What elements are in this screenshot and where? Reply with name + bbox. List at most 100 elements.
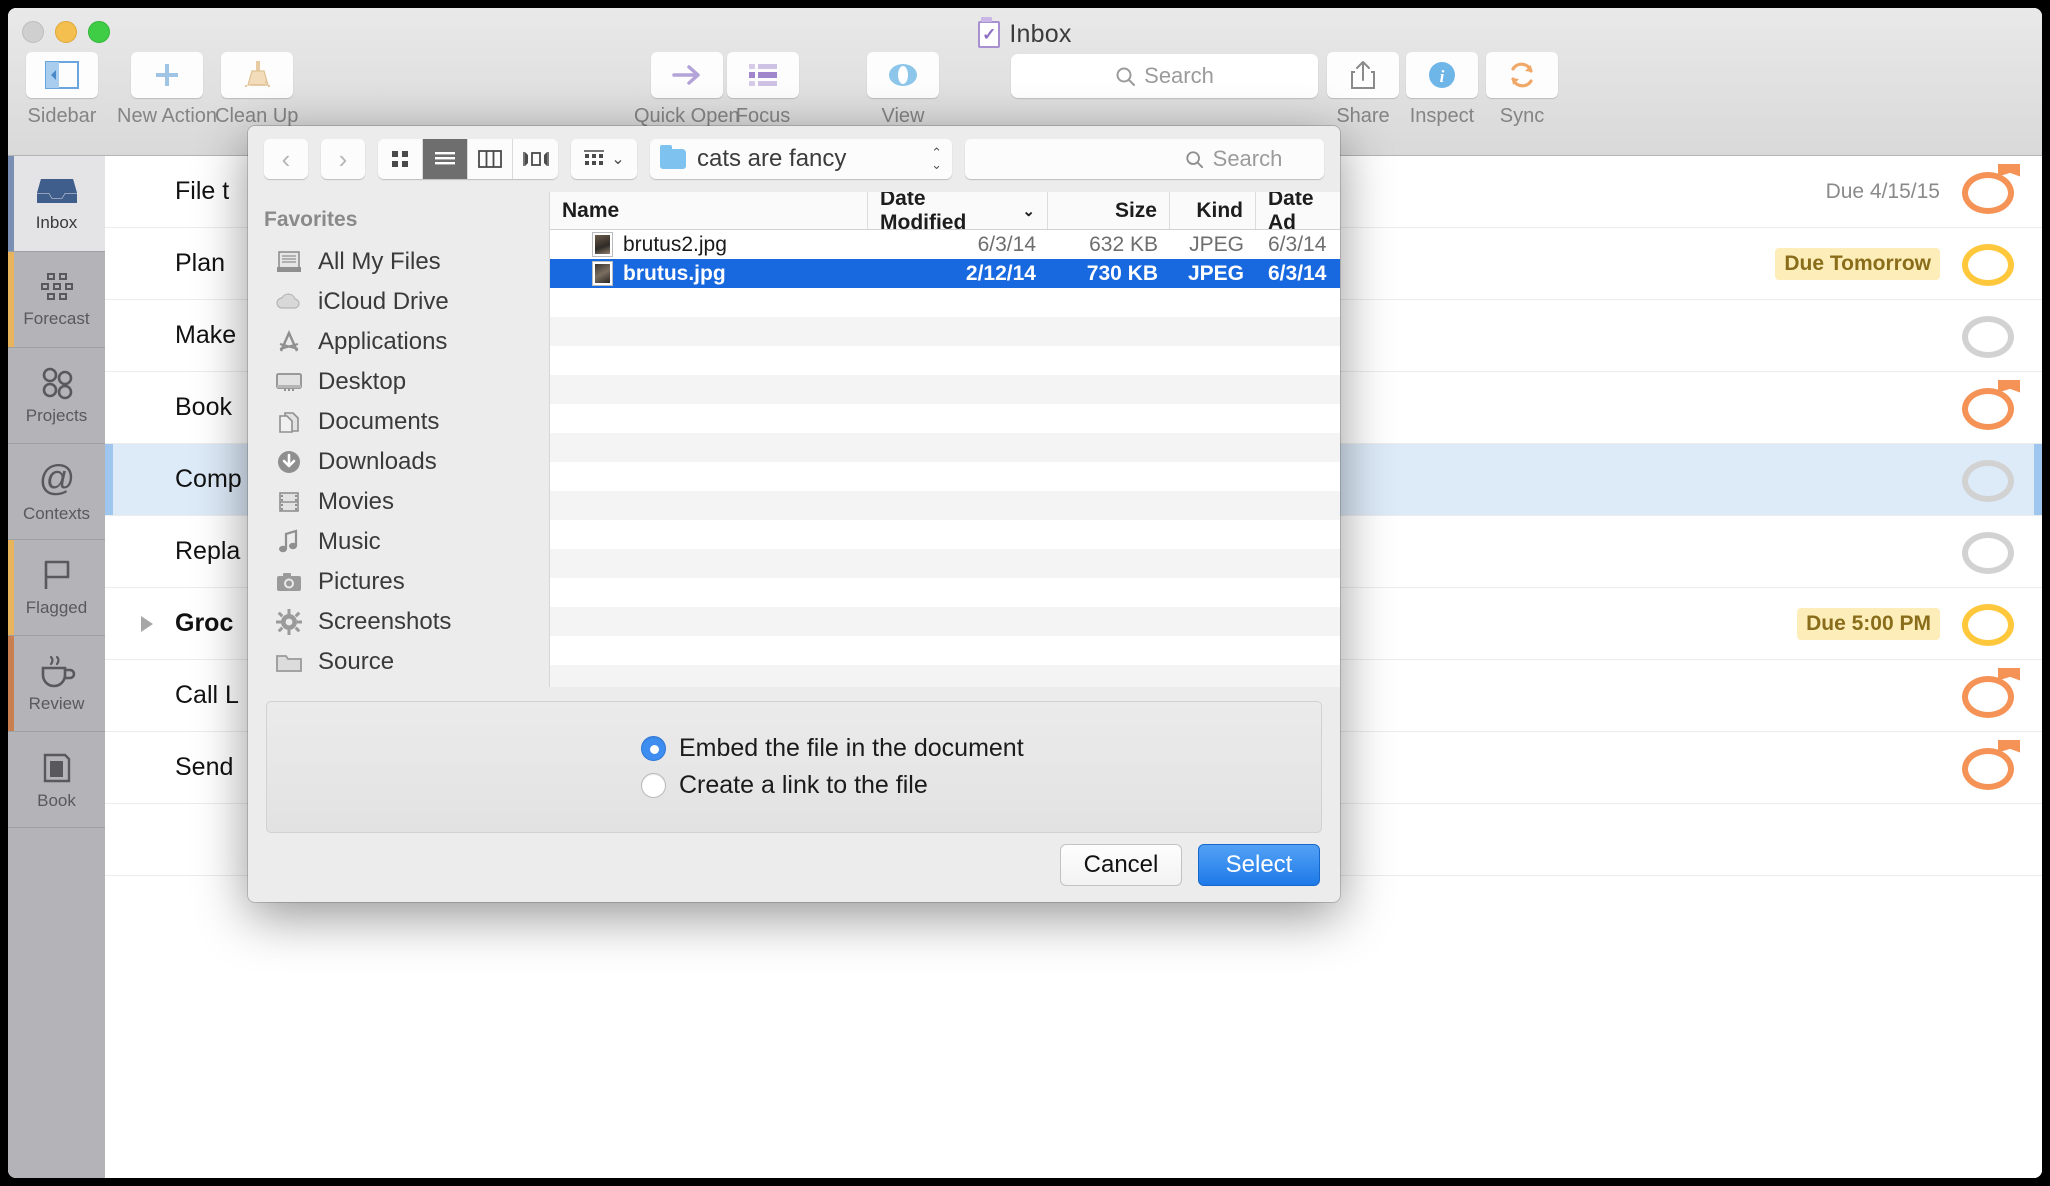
file-thumbnail [592, 232, 613, 257]
list-view-button[interactable] [423, 139, 468, 179]
column-view-button[interactable] [468, 139, 513, 179]
downloads-icon [274, 449, 304, 475]
option-embed-file[interactable]: Embed the file in the document [641, 734, 1024, 763]
file-list-empty-rows [550, 288, 1340, 687]
favorite-item-screenshots[interactable]: Screenshots [248, 602, 549, 642]
file-row[interactable]: brutus.jpg 2/12/14 730 KB JPEG 6/3/14 [550, 259, 1340, 288]
task-status-circle[interactable] [1962, 163, 2020, 216]
column-header-date-modified[interactable]: Date Modified ⌄ [868, 192, 1048, 234]
location-popup-button[interactable]: cats are fancy ⌃ ⌄ [650, 139, 952, 179]
toolbar-item-new-action[interactable]: New Action [117, 52, 217, 128]
projects-icon [42, 367, 72, 399]
clean-up-button[interactable] [220, 52, 293, 98]
radio-button-embed[interactable] [641, 736, 666, 761]
toolbar-item-sidebar[interactable]: Sidebar [26, 52, 98, 128]
file-thumbnail [592, 261, 613, 286]
sync-button[interactable] [1486, 52, 1558, 98]
toolbar-item-quick-open[interactable]: Quick Open [634, 52, 740, 128]
toolbar-item-sync[interactable]: Sync [1486, 52, 1558, 128]
favorite-item-applications[interactable]: Applications [248, 322, 549, 362]
sidebar-item-flagged[interactable]: Flagged [8, 540, 105, 636]
sidebar-item-label: Inbox [35, 212, 78, 232]
back-button[interactable]: ‹ [264, 139, 308, 179]
calendar-icon [40, 272, 73, 300]
focus-button[interactable] [727, 52, 799, 98]
quick-open-button[interactable] [650, 52, 723, 98]
favorite-item-documents[interactable]: Documents [248, 402, 549, 442]
radio-button-link[interactable] [641, 773, 666, 798]
task-status-circle[interactable] [1962, 312, 2016, 360]
favorite-item-omni-ux-workshop[interactable]: Omni UX Workshop [248, 682, 549, 687]
favorite-item-pictures[interactable]: Pictures [248, 562, 549, 602]
task-status-circle[interactable] [1962, 456, 2016, 504]
task-status-circle[interactable] [1962, 379, 2020, 432]
dialog-search-input[interactable]: Search [965, 139, 1324, 179]
task-status-circle[interactable] [1962, 667, 2020, 720]
favorite-item-all-my-files[interactable]: All My Files [248, 242, 549, 282]
toolbar-label: Focus [735, 105, 791, 127]
window-title: Inbox [8, 17, 2042, 49]
column-header-name[interactable]: Name [550, 192, 868, 229]
info-icon: i [1429, 62, 1455, 88]
disclosure-triangle-icon[interactable] [141, 615, 153, 632]
sidebar-item-label: Forecast [23, 308, 90, 328]
toolbar-search-placeholder: Search [1144, 63, 1214, 88]
toolbar-item-view[interactable]: View [867, 52, 939, 128]
coverflow-view-button[interactable] [513, 139, 558, 179]
favorite-label: Downloads [318, 448, 437, 475]
favorite-label: Source [318, 648, 395, 675]
cancel-button[interactable]: Cancel [1060, 844, 1182, 886]
sidebar-item-forecast[interactable]: Forecast [8, 252, 105, 348]
favorite-item-downloads[interactable]: Downloads [248, 442, 549, 482]
sidebar-toggle-button[interactable] [26, 52, 98, 98]
cloud-icon [274, 289, 304, 315]
favorite-label: Music [318, 528, 381, 555]
favorites-header: Favorites [264, 208, 358, 231]
file-list: Name Date Modified ⌄ Size Kind Date Ad b… [550, 192, 1340, 687]
favorite-item-source[interactable]: Source [248, 642, 549, 682]
file-row-empty [550, 520, 1340, 549]
file-row-empty [550, 607, 1340, 636]
favorite-item-music[interactable]: Music [248, 522, 549, 562]
sidebar-item-book[interactable]: Book [8, 732, 105, 828]
flag-marker-icon [1998, 163, 2020, 177]
option-create-link[interactable]: Create a link to the file [641, 771, 928, 800]
new-action-button[interactable] [131, 52, 204, 98]
column-header-size[interactable]: Size [1048, 192, 1170, 229]
toolbar-item-focus[interactable]: Focus [727, 52, 799, 128]
column-header-kind[interactable]: Kind [1170, 192, 1256, 229]
task-status-circle[interactable] [1962, 739, 2020, 792]
sidebar-item-contexts[interactable]: @ Contexts [8, 444, 105, 540]
file-date-added: 6/3/14 [1268, 261, 1327, 285]
attachment-options-group: Embed the file in the document Create a … [266, 701, 1322, 833]
current-folder-name: cats are fancy [697, 145, 847, 172]
task-status-circle[interactable] [1962, 600, 2016, 648]
file-row-empty [550, 433, 1340, 462]
toolbar-item-clean-up[interactable]: Clean Up [215, 52, 298, 128]
task-status-circle[interactable] [1962, 528, 2016, 576]
sidebar-item-inbox[interactable]: Inbox [8, 156, 105, 252]
toolbar-item-inspect[interactable]: i Inspect [1406, 52, 1478, 128]
view-mode-segmented-control[interactable] [378, 139, 558, 179]
select-button[interactable]: Select [1198, 844, 1320, 886]
file-row[interactable]: brutus2.jpg 6/3/14 632 KB JPEG 6/3/14 [550, 230, 1340, 259]
sidebar-item-projects[interactable]: Projects [8, 348, 105, 444]
inspect-button[interactable]: i [1406, 52, 1478, 98]
arrange-button[interactable]: ⌄ [571, 139, 637, 179]
share-button[interactable] [1327, 52, 1399, 98]
task-status-circle[interactable] [1962, 240, 2016, 288]
column-header-date-added[interactable]: Date Ad [1256, 192, 1340, 234]
sidebar-item-label: Review [28, 693, 85, 713]
sidebar-item-review[interactable]: Review [8, 636, 105, 732]
icon-view-button[interactable] [378, 139, 423, 179]
favorite-item-desktop[interactable]: Desktop [248, 362, 549, 402]
forward-button[interactable]: › [321, 139, 365, 179]
omnifocus-window: Inbox Sidebar New [8, 8, 2042, 1178]
view-button[interactable] [867, 52, 939, 98]
favorite-item-icloud-drive[interactable]: iCloud Drive [248, 282, 549, 322]
toolbar-item-share[interactable]: Share [1327, 52, 1399, 128]
file-row-empty [550, 578, 1340, 607]
coverflow-view-icon [522, 152, 549, 166]
favorite-item-movies[interactable]: Movies [248, 482, 549, 522]
toolbar-search-input[interactable]: Search [1011, 54, 1318, 98]
